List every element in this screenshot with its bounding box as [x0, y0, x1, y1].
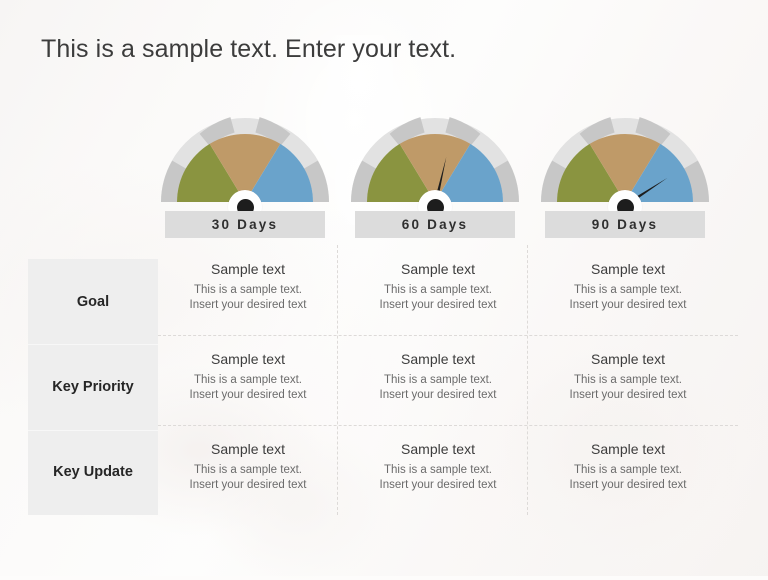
gauge-1-label: 30 Days	[212, 217, 278, 232]
cell-heading: Sample text	[343, 261, 533, 277]
grid-divider-horizontal-2	[158, 425, 738, 426]
cell-line-1: This is a sample text.	[153, 463, 343, 478]
cell-line-2: Insert your desired text	[533, 388, 723, 403]
content-grid: Sample text This is a sample text. Inser…	[158, 245, 738, 515]
cell-line-1: This is a sample text.	[533, 373, 723, 388]
cell-line-1: This is a sample text.	[153, 373, 343, 388]
cell-line-1: This is a sample text.	[343, 463, 533, 478]
page-title: This is a sample text. Enter your text.	[41, 35, 456, 64]
gauge-3-label-bar: 90 Days	[545, 211, 705, 238]
cell-heading: Sample text	[153, 441, 343, 457]
cell-heading: Sample text	[533, 441, 723, 457]
cell-line-1: This is a sample text.	[533, 463, 723, 478]
row-label-key-priority-text: Key Priority	[52, 379, 133, 395]
cell-heading: Sample text	[343, 351, 533, 367]
slide-canvas: This is a sample text. Enter your text.	[0, 0, 768, 576]
gauge-2	[340, 112, 530, 212]
cell-line-2: Insert your desired text	[533, 298, 723, 313]
cell-line-1: This is a sample text.	[533, 283, 723, 298]
grid-divider-horizontal-1	[158, 335, 738, 336]
cell-heading: Sample text	[343, 441, 533, 457]
cell-line-2: Insert your desired text	[533, 478, 723, 493]
gauge-3-label: 90 Days	[592, 217, 658, 232]
gauge-3	[530, 112, 720, 212]
row-label-goal-text: Goal	[77, 294, 109, 310]
gauge-1	[150, 112, 340, 212]
cell-line-2: Insert your desired text	[153, 388, 343, 403]
cell-keypriority-60days: Sample text This is a sample text. Inser…	[343, 351, 533, 402]
cell-line-1: This is a sample text.	[153, 283, 343, 298]
row-label-key-update: Key Update	[28, 430, 158, 515]
row-label-key-priority: Key Priority	[28, 344, 158, 429]
cell-keypriority-30days: Sample text This is a sample text. Inser…	[153, 351, 343, 402]
cell-line-2: Insert your desired text	[343, 388, 533, 403]
cell-heading: Sample text	[153, 351, 343, 367]
cell-heading: Sample text	[533, 261, 723, 277]
gauge-2-label: 60 Days	[402, 217, 468, 232]
gauge-1-label-bar: 30 Days	[165, 211, 325, 238]
cell-goal-60days: Sample text This is a sample text. Inser…	[343, 261, 533, 312]
row-label-goal: Goal	[28, 259, 158, 344]
row-label-key-update-text: Key Update	[53, 464, 133, 480]
cell-heading: Sample text	[533, 351, 723, 367]
cell-heading: Sample text	[153, 261, 343, 277]
cell-line-1: This is a sample text.	[343, 283, 533, 298]
cell-keyupdate-30days: Sample text This is a sample text. Inser…	[153, 441, 343, 492]
cell-keyupdate-60days: Sample text This is a sample text. Inser…	[343, 441, 533, 492]
cell-line-2: Insert your desired text	[343, 298, 533, 313]
cell-line-1: This is a sample text.	[343, 373, 533, 388]
cell-goal-90days: Sample text This is a sample text. Inser…	[533, 261, 723, 312]
cell-line-2: Insert your desired text	[343, 478, 533, 493]
gauge-2-label-bar: 60 Days	[355, 211, 515, 238]
cell-line-2: Insert your desired text	[153, 298, 343, 313]
gauge-column-1	[150, 112, 340, 212]
gauge-column-3	[530, 112, 720, 212]
cell-goal-30days: Sample text This is a sample text. Inser…	[153, 261, 343, 312]
row-label-column: Goal Key Priority Key Update	[28, 259, 158, 515]
cell-line-2: Insert your desired text	[153, 478, 343, 493]
cell-keypriority-90days: Sample text This is a sample text. Inser…	[533, 351, 723, 402]
gauge-column-2	[340, 112, 530, 212]
cell-keyupdate-90days: Sample text This is a sample text. Inser…	[533, 441, 723, 492]
